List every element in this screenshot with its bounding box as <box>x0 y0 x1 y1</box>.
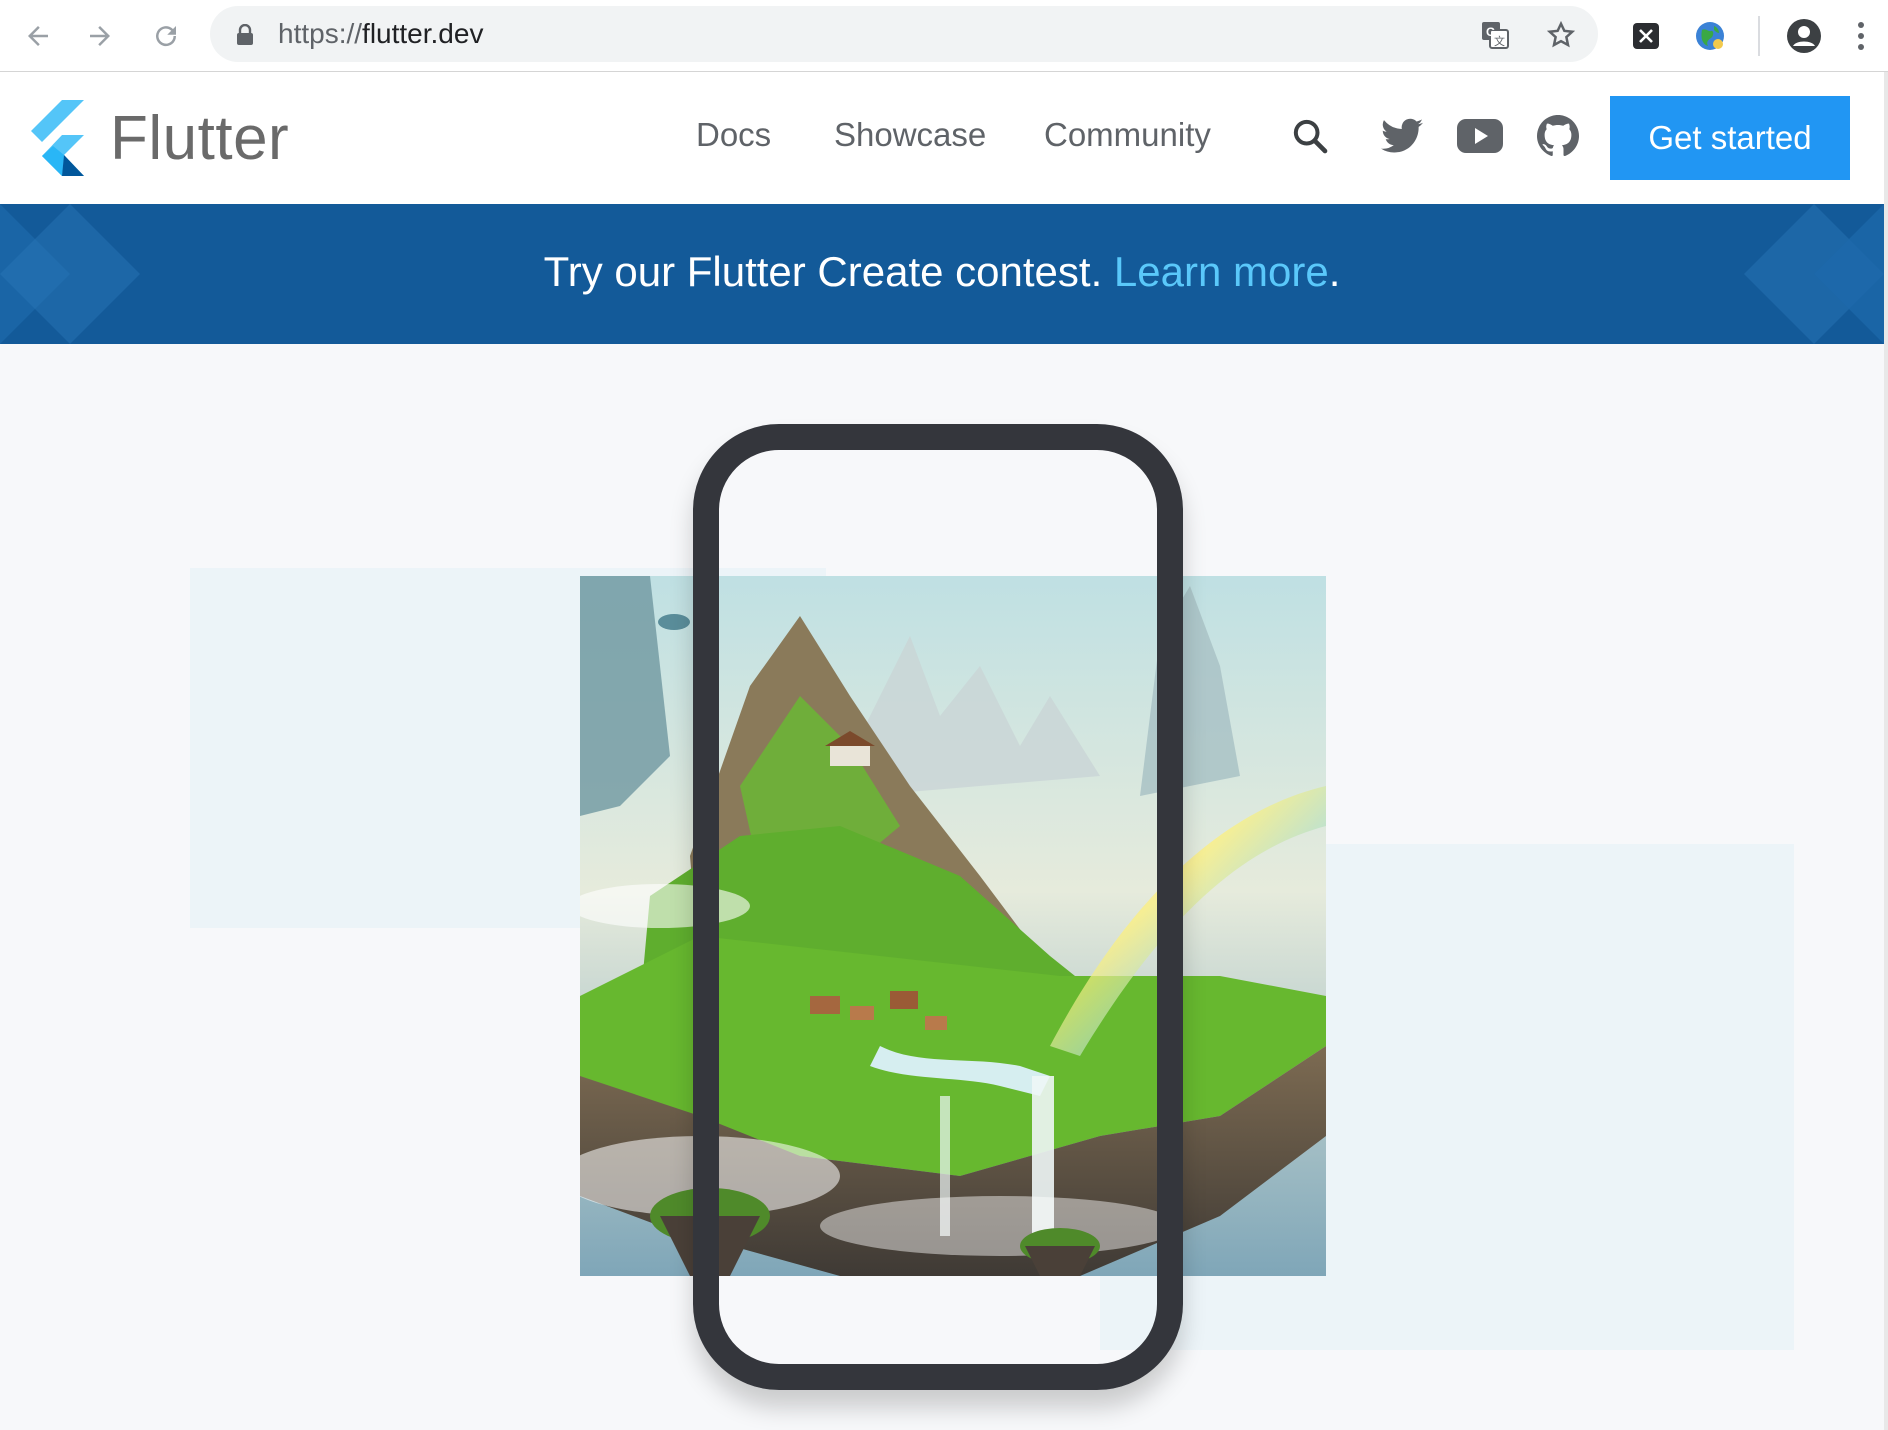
nav-community[interactable]: Community <box>1044 116 1211 154</box>
youtube-icon[interactable] <box>1456 112 1504 160</box>
lock-icon <box>236 23 254 51</box>
site-header: Flutter Docs Showcase Community Get star… <box>0 72 1884 204</box>
hero-section <box>0 344 1884 1430</box>
github-icon[interactable] <box>1534 112 1582 160</box>
learn-more-link[interactable]: Learn more <box>1114 248 1329 295</box>
nav-showcase[interactable]: Showcase <box>834 116 986 154</box>
banner-trailing: . <box>1328 248 1341 295</box>
extension-globe-icon[interactable] <box>1688 14 1732 58</box>
translate-icon[interactable]: G文 <box>1478 18 1512 52</box>
browser-toolbar: https://flutter.dev G文 <box>0 0 1888 72</box>
forward-icon[interactable] <box>78 14 122 58</box>
address-url[interactable]: https://flutter.dev <box>278 18 483 50</box>
address-bar[interactable]: https://flutter.dev G文 <box>210 6 1598 62</box>
phone-frame <box>693 424 1183 1390</box>
profile-icon[interactable] <box>1782 14 1826 58</box>
flutter-logo-icon <box>31 100 84 176</box>
scrollbar-track[interactable] <box>1884 72 1888 1430</box>
contest-banner: Try our Flutter Create contest. Learn mo… <box>0 204 1884 344</box>
reload-icon[interactable] <box>144 14 188 58</box>
search-icon[interactable] <box>1286 112 1334 160</box>
svg-text:文: 文 <box>1494 34 1505 48</box>
logo-wordmark: Flutter <box>110 103 290 173</box>
bookmark-star-icon[interactable] <box>1544 18 1578 52</box>
extension-x-icon[interactable] <box>1624 14 1668 58</box>
banner-message: Try our Flutter Create contest. Learn mo… <box>0 248 1884 296</box>
back-icon[interactable] <box>16 14 60 58</box>
flutter-logo[interactable]: Flutter <box>26 100 289 176</box>
nav-docs[interactable]: Docs <box>696 116 771 154</box>
toolbar-separator <box>1758 16 1760 56</box>
get-started-button[interactable]: Get started <box>1610 96 1850 180</box>
menu-dots-icon[interactable] <box>1846 14 1876 58</box>
banner-text: Try our Flutter Create contest. <box>543 248 1103 295</box>
twitter-icon[interactable] <box>1378 112 1426 160</box>
